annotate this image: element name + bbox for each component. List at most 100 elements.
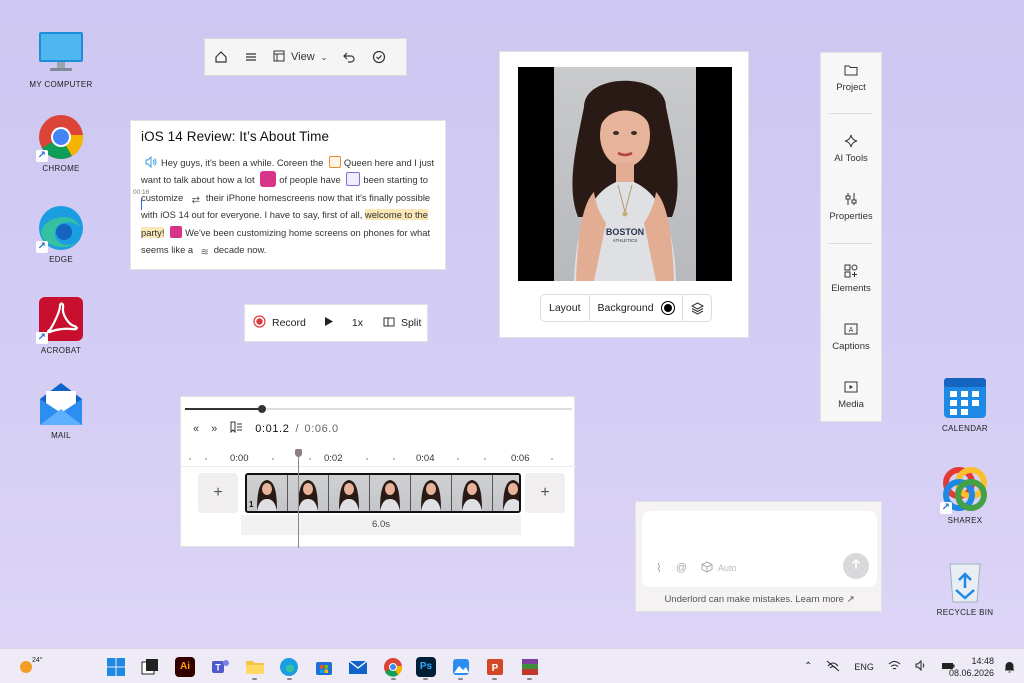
send-button[interactable]: [843, 553, 869, 579]
file-explorer-icon[interactable]: [245, 657, 265, 677]
powerpoint-icon[interactable]: P: [485, 657, 505, 677]
chrome-taskbar-icon[interactable]: [383, 657, 403, 677]
transcript-text: Hey guys, it's been a while. Coreen the: [161, 157, 324, 168]
svg-text:A: A: [849, 327, 854, 334]
folder-icon: [843, 62, 859, 78]
start-icon[interactable]: [106, 657, 126, 677]
recycle-bin-icon: [942, 558, 988, 604]
media-icon: [843, 379, 859, 395]
clip-thumbnail: [370, 475, 411, 511]
edge-taskbar-icon[interactable]: [279, 657, 299, 677]
sidepanel-item-project[interactable]: Project: [821, 62, 881, 93]
clip-thumbnail: 1: [247, 475, 288, 511]
clock[interactable]: 14:48 08.06.2026: [948, 649, 994, 683]
notification-bell-icon[interactable]: [1004, 649, 1015, 683]
illustrator-icon[interactable]: Ai: [175, 657, 195, 677]
scrubber-knob[interactable]: [258, 405, 267, 413]
desktop-icon-my-computer[interactable]: MY COMPUTER: [21, 30, 101, 89]
current-time: 0:01.2: [255, 422, 290, 435]
playback-scrubber[interactable]: [185, 405, 572, 413]
desktop-icon-chrome[interactable]: ↗ CHROME: [21, 114, 101, 173]
chat-disclaimer[interactable]: Underlord can make mistakes. Learn more …: [636, 594, 883, 605]
sidepanel-item-captions[interactable]: A Captions: [821, 321, 881, 352]
view-menu-button[interactable]: View ⌄: [273, 50, 327, 65]
transcript-text: I have to say, first of all,: [264, 209, 363, 221]
ruler-label: 0:06: [511, 453, 530, 464]
preview-tools: Layout Background: [540, 294, 712, 322]
mention-icon[interactable]: @: [676, 562, 687, 574]
chrome-icon: ↗: [36, 114, 84, 162]
layers-icon[interactable]: [683, 295, 712, 321]
clip-thumbnail: [329, 475, 370, 511]
home-icon[interactable]: [213, 49, 229, 65]
transition-icon: ⇄: [191, 194, 200, 206]
menu-icon[interactable]: [243, 49, 259, 65]
time-ruler[interactable]: 0:00 0:02 0:04 0:06: [181, 449, 576, 467]
ruler-dot: [205, 458, 207, 460]
sliders-icon: [843, 191, 859, 207]
play-icon[interactable]: [324, 316, 334, 330]
language-indicator[interactable]: ENG: [854, 662, 874, 672]
layout-button[interactable]: Layout: [541, 295, 590, 321]
winrar-icon[interactable]: [520, 657, 540, 677]
skip-back-icon[interactable]: «: [193, 423, 199, 435]
check-circle-icon[interactable]: [371, 49, 387, 65]
network-offline-icon[interactable]: [826, 660, 840, 674]
store-icon[interactable]: [314, 657, 334, 677]
clip-thumbnail: [288, 475, 329, 511]
weather-widget[interactable]: 24°: [18, 649, 43, 683]
chapters-icon[interactable]: [229, 421, 243, 436]
svg-text:T: T: [215, 663, 221, 673]
monitor-icon: [38, 30, 84, 76]
add-clip-after-button[interactable]: +: [525, 473, 565, 513]
video-preview-card: BOSTON ATHLETICS Layout Background: [499, 51, 749, 338]
sidepanel-item-properties[interactable]: Properties: [821, 191, 881, 222]
layout-panel-icon: [273, 50, 285, 65]
ruler-dot: [272, 458, 274, 460]
caption-element-icon: [346, 172, 361, 187]
photoshop-icon[interactable]: Ps: [416, 657, 436, 677]
record-button[interactable]: Record: [253, 315, 306, 331]
chevron-up-icon[interactable]: ⌃: [804, 661, 812, 672]
playhead-handle[interactable]: [295, 449, 302, 457]
speed-button[interactable]: 1x: [352, 317, 363, 329]
skip-forward-icon[interactable]: »: [211, 423, 217, 435]
total-time: 0:06.0: [304, 422, 339, 435]
clip-thumbnail: [493, 475, 519, 511]
desktop-icon-sharex[interactable]: ↗ SHAREX: [925, 466, 1005, 525]
sidepanel-label: Elements: [831, 283, 871, 294]
sidepanel-item-ai-tools[interactable]: AI Tools: [821, 133, 881, 164]
add-clip-before-button[interactable]: +: [198, 473, 238, 513]
desktop-icon-label: RECYCLE BIN: [936, 608, 994, 617]
desktop-icon-mail[interactable]: MAIL: [21, 381, 101, 440]
playhead[interactable]: [298, 451, 299, 548]
sidepanel-label: AI Tools: [834, 153, 868, 164]
sidepanel-item-elements[interactable]: Elements: [821, 263, 881, 294]
split-button[interactable]: Split: [383, 316, 421, 331]
ruler-dot: [457, 458, 459, 460]
split-label: Split: [400, 317, 422, 329]
undo-icon[interactable]: [341, 49, 357, 65]
teams-icon[interactable]: T: [210, 657, 230, 677]
sidepanel-label: Media: [838, 399, 864, 410]
sidepanel-item-media[interactable]: Media: [821, 379, 881, 410]
desktop-icon-edge[interactable]: ↗ EDGE: [21, 205, 101, 264]
volume-icon[interactable]: [915, 659, 927, 673]
photos-icon[interactable]: [451, 657, 471, 677]
transcript-body[interactable]: Hey guys, it's been a while. Coreen the …: [141, 154, 435, 258]
chat-input[interactable]: ⌇ @ Auto: [642, 511, 877, 587]
desktop-icon-acrobat[interactable]: ↗ ACROBAT: [21, 296, 101, 355]
transcript-title[interactable]: iOS 14 Review: It’s About Time: [141, 129, 435, 144]
video-canvas[interactable]: BOSTON ATHLETICS: [518, 67, 732, 281]
wifi-icon[interactable]: [888, 660, 901, 673]
svg-text:P: P: [492, 663, 499, 674]
waveform-icon: ≋: [200, 247, 209, 259]
task-view-icon[interactable]: [140, 657, 160, 677]
mail-taskbar-icon[interactable]: [348, 657, 368, 677]
attach-icon[interactable]: ⌇: [656, 561, 662, 575]
video-clip[interactable]: 1: [245, 473, 521, 513]
background-button[interactable]: Background: [590, 295, 683, 321]
desktop-icon-calendar[interactable]: CALENDAR: [925, 374, 1005, 433]
desktop-icon-recycle-bin[interactable]: RECYCLE BIN: [925, 558, 1005, 617]
model-select[interactable]: Auto: [701, 561, 737, 575]
